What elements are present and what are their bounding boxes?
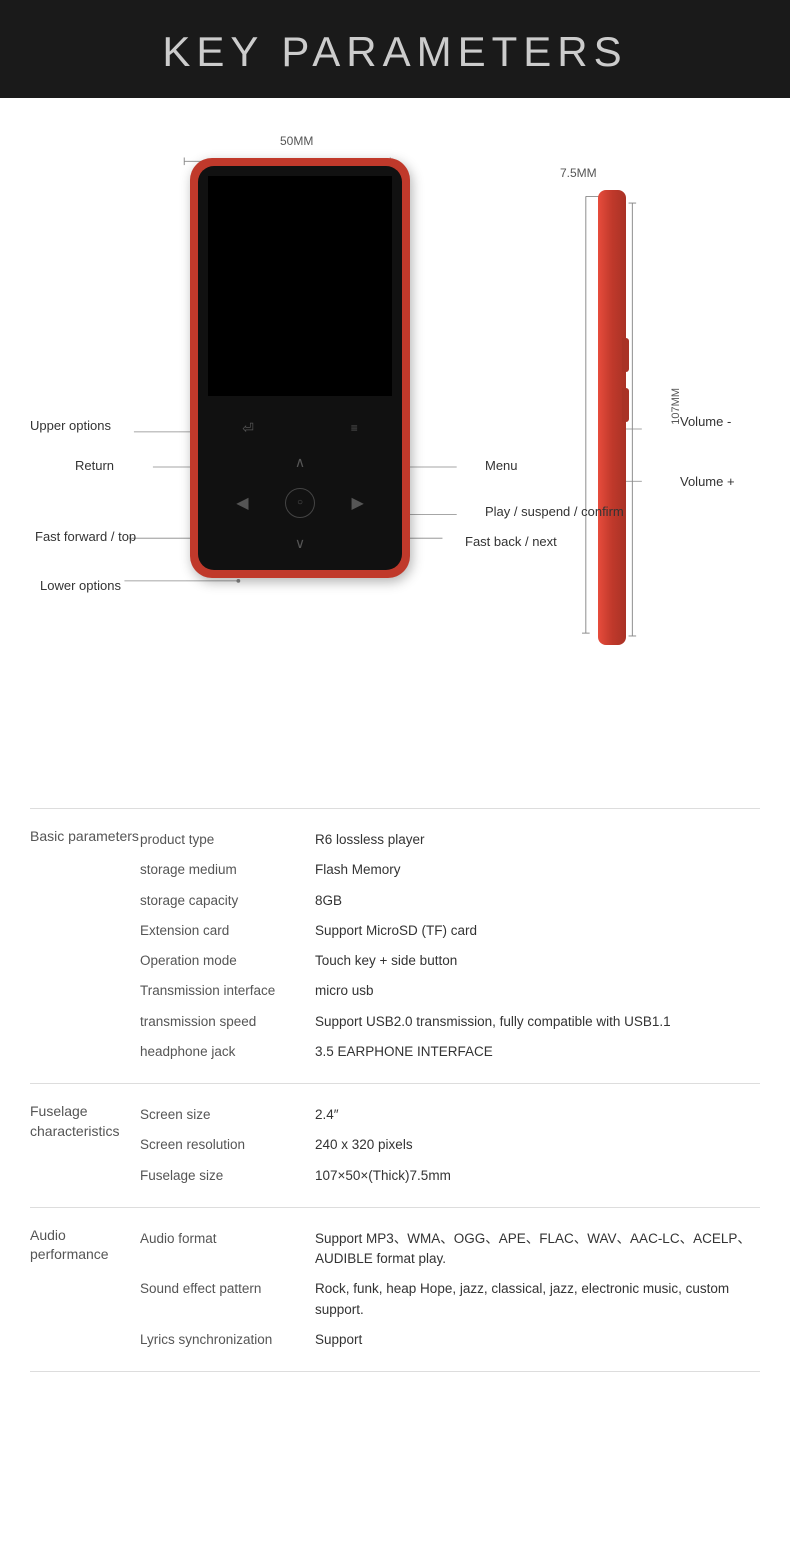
table-row: headphone jack3.5 EARPHONE INTERFACE [140, 1037, 760, 1067]
param-value: Support USB2.0 transmission, fully compa… [315, 1012, 760, 1032]
fast-back-label: Fast back / next [465, 534, 557, 549]
param-value: 3.5 EARPHONE INTERFACE [315, 1042, 760, 1062]
play-suspend-label: Play / suspend / confirm [485, 503, 624, 521]
param-name: Sound effect pattern [140, 1279, 315, 1320]
table-row: storage capacity8GB [140, 886, 760, 916]
param-name: storage medium [140, 860, 315, 880]
param-value: micro usb [315, 981, 760, 1001]
param-value: Support MicroSD (TF) card [315, 921, 760, 941]
volume-minus-label: Volume - [680, 414, 731, 429]
table-row: Fuselage size107×50×(Thick)7.5mm [140, 1161, 760, 1191]
param-name: storage capacity [140, 891, 315, 911]
fuselage-group: Fuselage characteristics Screen size2.4″… [30, 1083, 760, 1207]
param-value: 107×50×(Thick)7.5mm [315, 1166, 760, 1186]
phone-front-view: ⏎ ≡ ∧ ◀ ○ ▶ [190, 158, 410, 578]
diagram-container: 50MM 7.5MM 107MM ⏎ ≡ [20, 128, 770, 768]
width-dimension: 50MM [280, 134, 313, 148]
param-value: Support MP3、WMA、OGG、APE、FLAC、WAV、AAC-LC、… [315, 1229, 760, 1270]
table-row: product typeR6 lossless player [140, 825, 760, 855]
basic-parameters-rows: product typeR6 lossless playerstorage me… [140, 825, 760, 1067]
param-name: transmission speed [140, 1012, 315, 1032]
diagram-section: 50MM 7.5MM 107MM ⏎ ≡ [0, 98, 790, 788]
param-name: Fuselage size [140, 1166, 315, 1186]
param-name: Extension card [140, 921, 315, 941]
table-row: storage mediumFlash Memory [140, 855, 760, 885]
lower-options-label: Lower options [40, 578, 121, 593]
thickness-dimension: 7.5MM [560, 166, 597, 180]
menu-label: Menu [485, 458, 518, 473]
param-name: Operation mode [140, 951, 315, 971]
fuselage-rows: Screen size2.4″Screen resolution240 x 32… [140, 1100, 760, 1191]
param-value: 8GB [315, 891, 760, 911]
param-value: R6 lossless player [315, 830, 760, 850]
param-name: headphone jack [140, 1042, 315, 1062]
param-value: Touch key + side button [315, 951, 760, 971]
param-value: 240 x 320 pixels [315, 1135, 760, 1155]
audio-category: Audio performance [30, 1224, 140, 1355]
table-row: Sound effect patternRock, funk, heap Hop… [140, 1274, 760, 1325]
phone-side-view [598, 190, 626, 645]
param-name: Audio format [140, 1229, 315, 1270]
parameters-section: Basic parameters product typeR6 lossless… [0, 788, 790, 1382]
fuselage-category: Fuselage characteristics [30, 1100, 140, 1191]
volume-plus-label: Volume + [680, 474, 735, 489]
table-row: Operation modeTouch key + side button [140, 946, 760, 976]
audio-rows: Audio formatSupport MP3、WMA、OGG、APE、FLAC… [140, 1224, 760, 1355]
page-title: KEY PARAMETERS [0, 28, 790, 76]
param-value: Rock, funk, heap Hope, jazz, classical, … [315, 1279, 760, 1320]
table-row: Transmission interfacemicro usb [140, 976, 760, 1006]
table-row: transmission speedSupport USB2.0 transmi… [140, 1007, 760, 1037]
param-value: 2.4″ [315, 1105, 760, 1125]
fast-forward-label: Fast forward / top [35, 528, 136, 546]
table-row: Screen resolution240 x 320 pixels [140, 1130, 760, 1160]
table-row: Lyrics synchronizationSupport [140, 1325, 760, 1355]
table-row: Screen size2.4″ [140, 1100, 760, 1130]
table-row: Extension cardSupport MicroSD (TF) card [140, 916, 760, 946]
page-header: KEY PARAMETERS [0, 0, 790, 98]
param-name: Screen size [140, 1105, 315, 1125]
param-value: Support [315, 1330, 760, 1350]
audio-group: Audio performance Audio formatSupport MP… [30, 1207, 760, 1372]
param-name: Transmission interface [140, 981, 315, 1001]
table-row: Audio formatSupport MP3、WMA、OGG、APE、FLAC… [140, 1224, 760, 1275]
upper-options-label: Upper options [30, 418, 111, 433]
param-name: product type [140, 830, 315, 850]
param-name: Screen resolution [140, 1135, 315, 1155]
return-label: Return [75, 458, 114, 473]
param-name: Lyrics synchronization [140, 1330, 315, 1350]
basic-parameters-category: Basic parameters [30, 825, 140, 1067]
param-value: Flash Memory [315, 860, 760, 880]
basic-parameters-group: Basic parameters product typeR6 lossless… [30, 808, 760, 1083]
